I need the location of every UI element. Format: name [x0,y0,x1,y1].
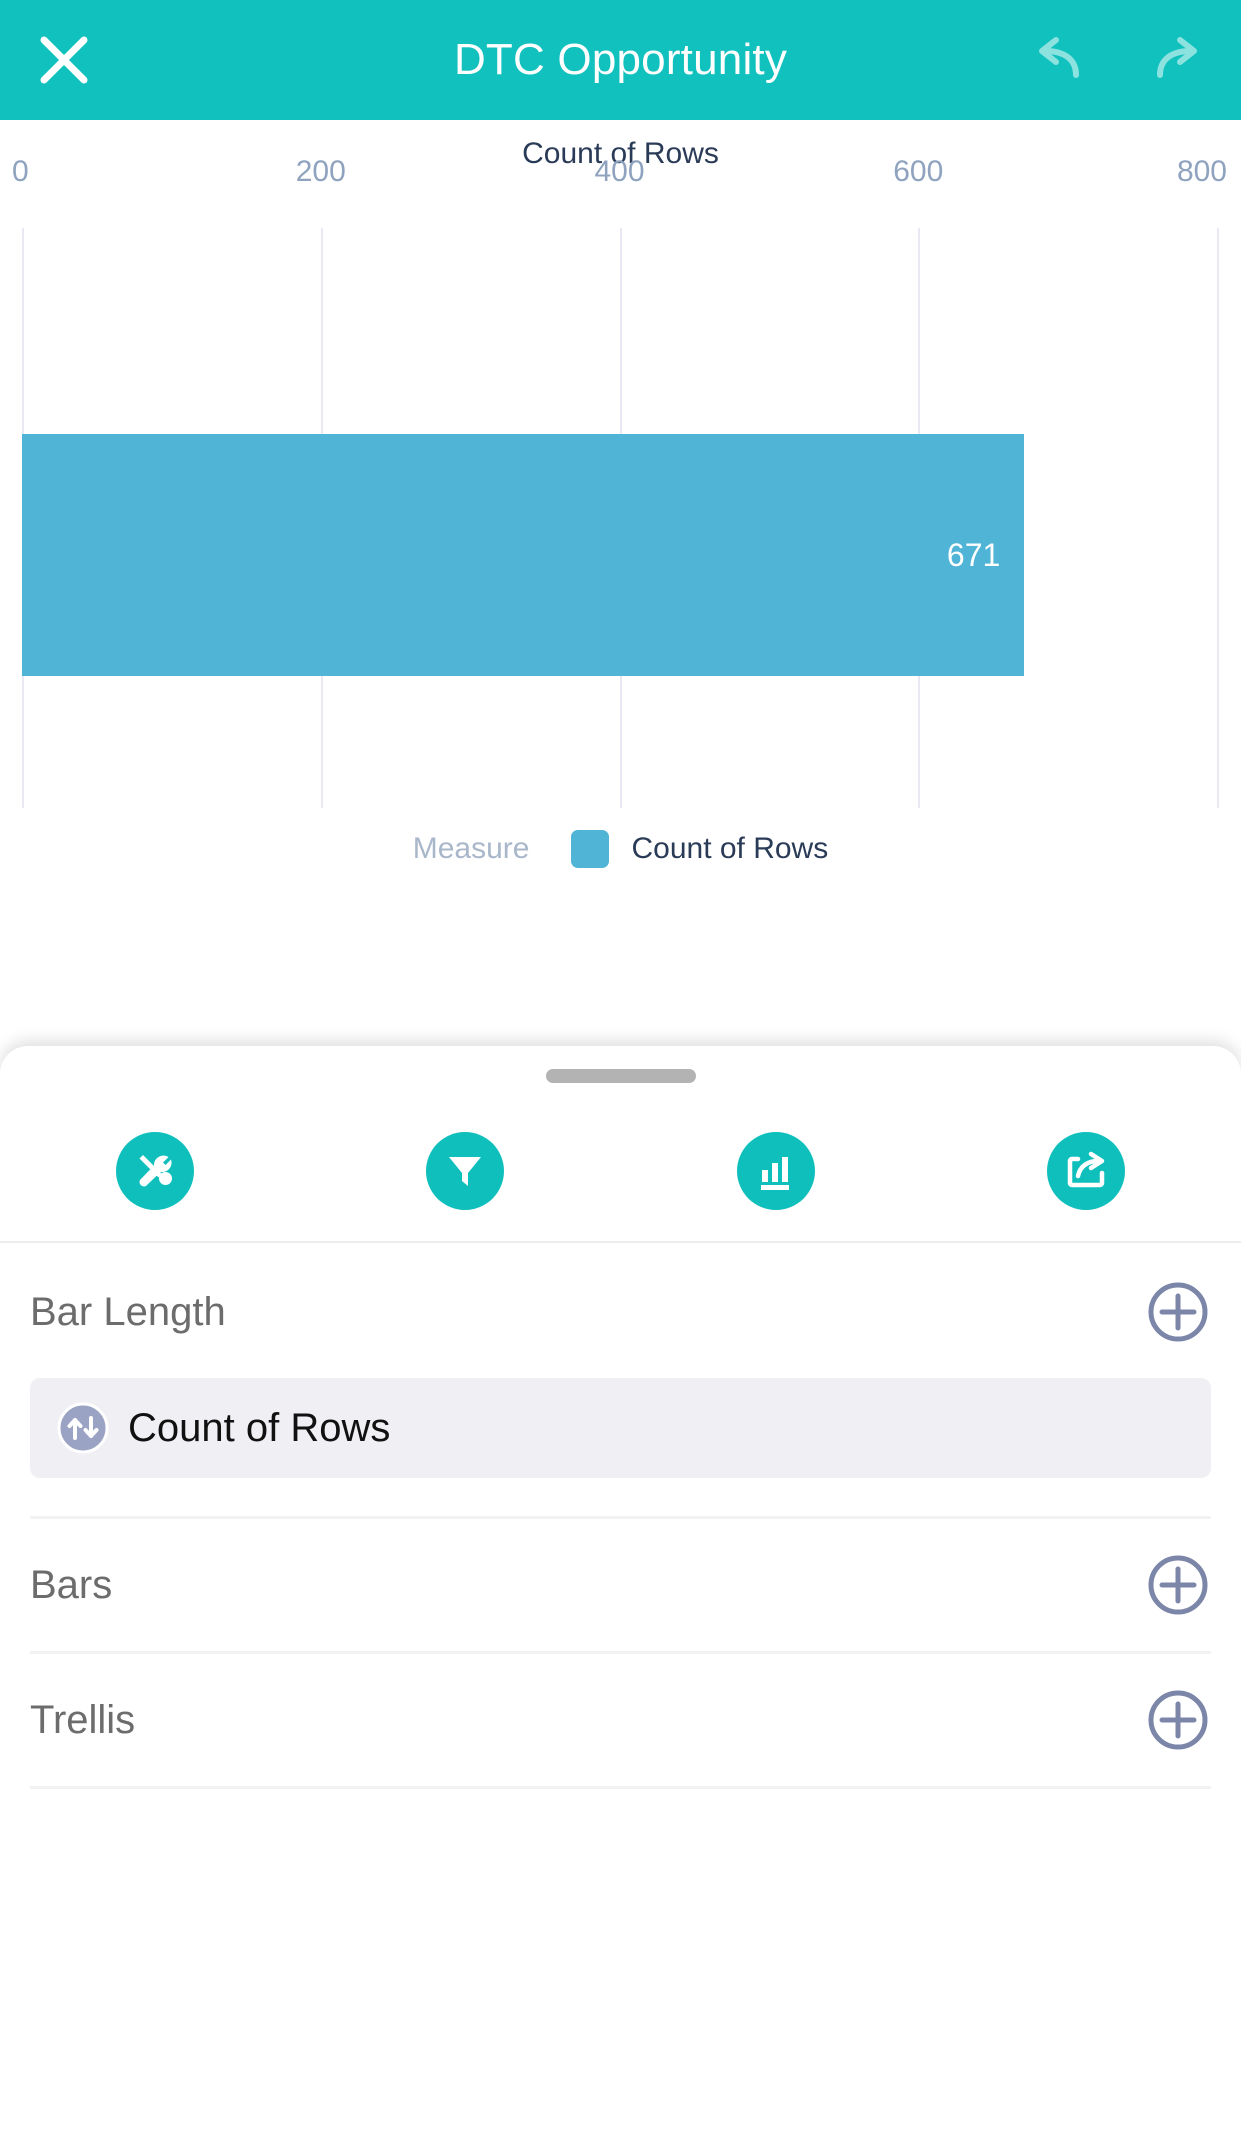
app-header: DTC Opportunity [0,0,1241,120]
x-axis-tick-label: 0 [12,155,29,188]
chart-type-button[interactable] [621,1132,931,1210]
x-axis-tick-label: 400 [594,155,645,188]
plus-circle-icon [1148,1690,1208,1750]
redo-button[interactable] [1145,28,1209,92]
chart-bar[interactable]: 671 [22,434,1025,676]
shelf-header: Trellis [0,1654,1241,1786]
chart-legend: Measure Count of Rows [0,830,1241,868]
share-export-icon [1067,1151,1105,1188]
legend-entry-label: Count of Rows [631,832,829,865]
shelf-header: Bars [0,1519,1241,1651]
shelf-title: Trellis [30,1697,136,1742]
plus-circle-icon [1148,1282,1208,1342]
plot-region: 671 [0,228,1241,808]
toolbar-separator [0,1241,1241,1243]
tools-wrench-screwdriver-icon [139,1155,173,1187]
field-chip[interactable]: Count of Rows [30,1378,1211,1478]
shelf-header: Bar Length [0,1246,1241,1378]
field-chip-label: Count of Rows [128,1405,391,1450]
x-axis-tick-labels: 0 200 400 600 800 [0,155,1241,201]
shelf-bars: Bars [0,1519,1241,1654]
editor-toolbar [0,1106,1241,1236]
filter-button[interactable] [310,1132,620,1210]
sheet-drag-handle[interactable] [545,1069,696,1083]
legend-caption: Measure [412,832,530,865]
shelf-divider [30,1786,1211,1789]
shelf-trellis: Trellis [0,1654,1241,1789]
x-axis-tick-label: 200 [295,155,346,188]
bar-value-label: 671 [946,536,1001,573]
tools-button[interactable] [0,1132,310,1210]
measure-updown-arrows-icon [57,1402,109,1454]
add-field-button[interactable] [1147,1554,1209,1616]
chart-canvas: Count of Rows 0 200 400 600 800 671 Measure … [0,120,1241,1010]
x-axis-tick-label: 800 [1176,155,1227,188]
x-axis-tick-label: 600 [893,155,944,188]
funnel-filter-icon [449,1157,482,1186]
bar-chart-icon [760,1157,789,1190]
plus-circle-icon [1148,1555,1208,1615]
visualization-editor-screen: DTC Opportunity Count of Rows 0 200 400 600… [0,0,1241,2139]
add-field-button[interactable] [1147,1689,1209,1751]
undo-button[interactable] [1027,28,1091,92]
undo-arrow-icon [1039,37,1079,78]
shelf-title: Bars [30,1562,113,1607]
share-button[interactable] [931,1132,1241,1210]
chart-gridline [1217,228,1219,808]
legend-swatch [571,830,610,868]
redo-arrow-icon [1157,37,1197,78]
editor-bottom-sheet: Bar Length Count of Rows Bars Trellis [0,1046,1241,2139]
shelf-title: Bar Length [30,1289,226,1334]
shelf-bar-length: Bar Length Count of Rows [0,1246,1241,1519]
measure-updown-arrows-icon [57,1402,109,1454]
add-field-button[interactable] [1147,1281,1209,1343]
